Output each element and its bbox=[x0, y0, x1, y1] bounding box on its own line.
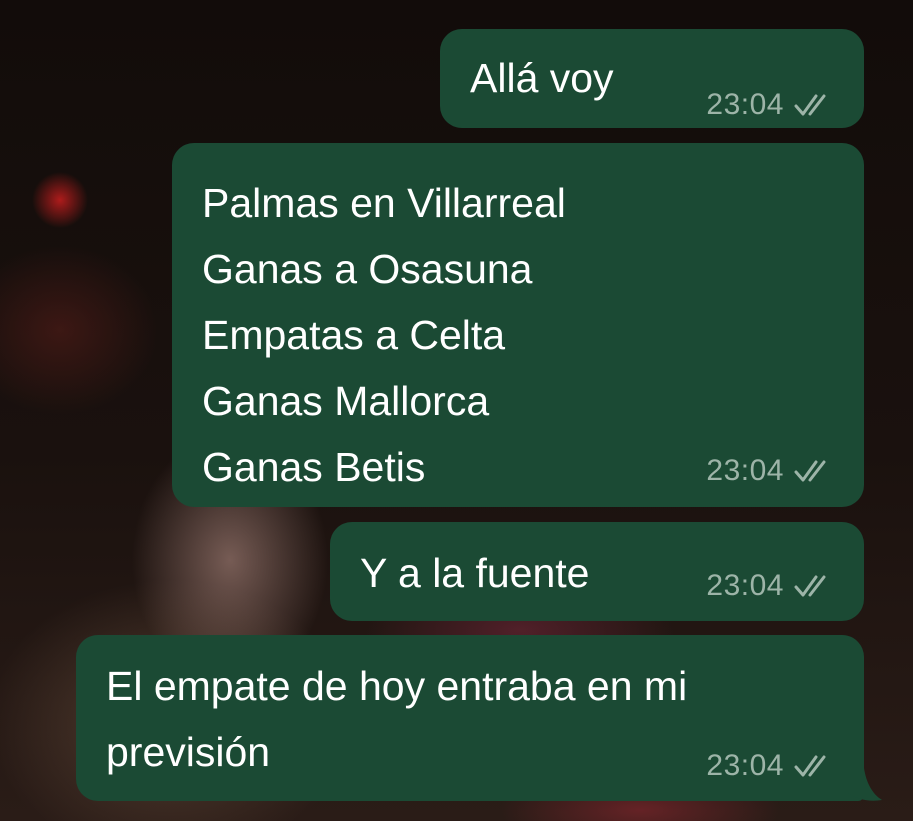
message-text: El empate de hoy entraba en mi previsión bbox=[106, 663, 688, 775]
double-check-icon bbox=[794, 755, 826, 777]
outgoing-message-bubble[interactable]: Allá voy 23:04 bbox=[440, 29, 864, 128]
outgoing-message-bubble[interactable]: Palmas en Villarreal Ganas a Osasuna Emp… bbox=[172, 143, 864, 507]
outgoing-message-bubble[interactable]: El empate de hoy entraba en mi previsión… bbox=[76, 635, 864, 801]
message-timestamp: 23:04 bbox=[706, 88, 784, 121]
message-meta: 23:04 bbox=[706, 87, 834, 123]
message-meta: 23:04 bbox=[706, 748, 834, 784]
message-text: Palmas en Villarreal Ganas a Osasuna Emp… bbox=[202, 180, 566, 490]
message-timestamp: 23:04 bbox=[706, 749, 784, 782]
double-check-icon bbox=[794, 94, 826, 116]
message-meta: 23:04 bbox=[706, 568, 834, 604]
message-text: Allá voy bbox=[470, 55, 614, 101]
message-text: Y a la fuente bbox=[360, 550, 590, 596]
message-timestamp: 23:04 bbox=[706, 569, 784, 602]
message-meta: 23:04 bbox=[706, 453, 834, 489]
outgoing-message-bubble[interactable]: Y a la fuente 23:04 bbox=[330, 522, 864, 621]
double-check-icon bbox=[794, 460, 826, 482]
message-timestamp: 23:04 bbox=[706, 454, 784, 487]
bubble-tail bbox=[846, 768, 882, 801]
double-check-icon bbox=[794, 575, 826, 597]
